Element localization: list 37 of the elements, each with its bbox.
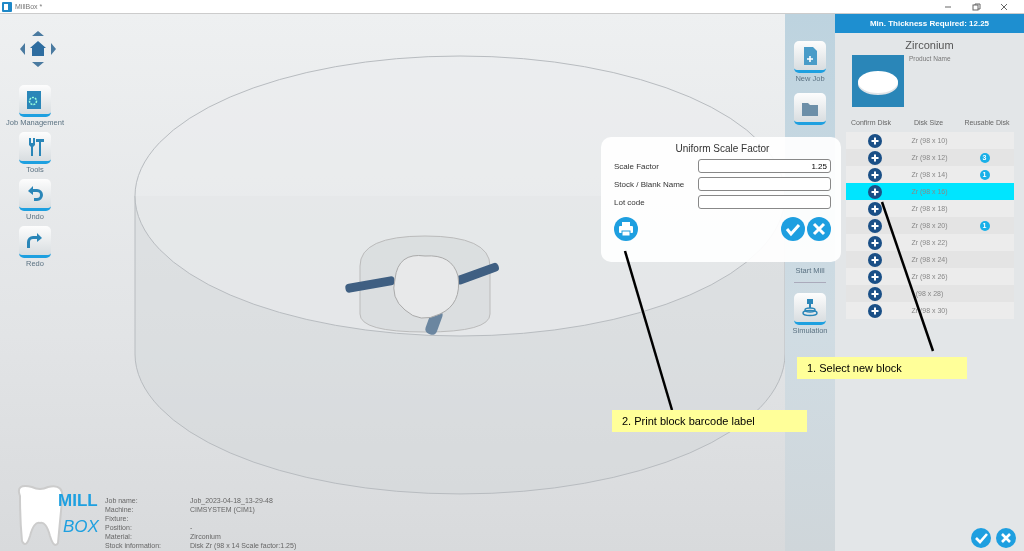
add-icon[interactable] — [867, 150, 882, 165]
cancel-button[interactable] — [807, 217, 831, 241]
wrench-hammer-icon[interactable] — [19, 132, 51, 164]
add-icon[interactable] — [867, 252, 882, 267]
input-field[interactable] — [698, 195, 831, 209]
folder-icon[interactable] — [794, 93, 826, 125]
add-icon[interactable] — [867, 286, 882, 301]
add-icon[interactable] — [867, 167, 882, 182]
callout-note: 1. Select new block — [797, 357, 967, 379]
add-icon[interactable] — [867, 184, 882, 199]
navigation-arrows-icon[interactable] — [18, 29, 58, 69]
document-plus-icon[interactable] — [794, 41, 826, 73]
close-button[interactable] — [999, 1, 1009, 12]
field-label: Scale Factor — [614, 161, 660, 171]
print-button[interactable] — [614, 217, 638, 241]
thickness-header: Min. Thickness Required: 12.25 — [835, 14, 1024, 33]
material-title: Zirconium — [905, 39, 954, 51]
milling-machine-icon[interactable] — [794, 293, 826, 325]
add-icon[interactable] — [867, 201, 882, 216]
disk-product-image — [852, 55, 904, 107]
field-label: Lot code — [614, 197, 646, 207]
input-field[interactable] — [698, 177, 831, 191]
confirm-button[interactable] — [971, 528, 991, 548]
logo: MILL BOX — [8, 481, 103, 549]
add-icon[interactable] — [867, 303, 882, 318]
confirm-button[interactable] — [781, 217, 805, 241]
callout-note: 2. Print block barcode label — [612, 410, 807, 432]
input-field[interactable]: 1.25 — [698, 159, 831, 173]
add-icon[interactable] — [867, 133, 882, 148]
add-icon[interactable] — [867, 218, 882, 233]
dialog-title: Uniform Scale Factor — [674, 143, 771, 154]
add-icon[interactable] — [867, 269, 882, 284]
add-icon[interactable] — [867, 235, 882, 250]
restore-button[interactable] — [971, 1, 981, 12]
document-gear-icon[interactable] — [19, 85, 51, 117]
field-label: Stock / Blank Name — [614, 179, 686, 189]
cancel-button[interactable] — [996, 528, 1016, 548]
